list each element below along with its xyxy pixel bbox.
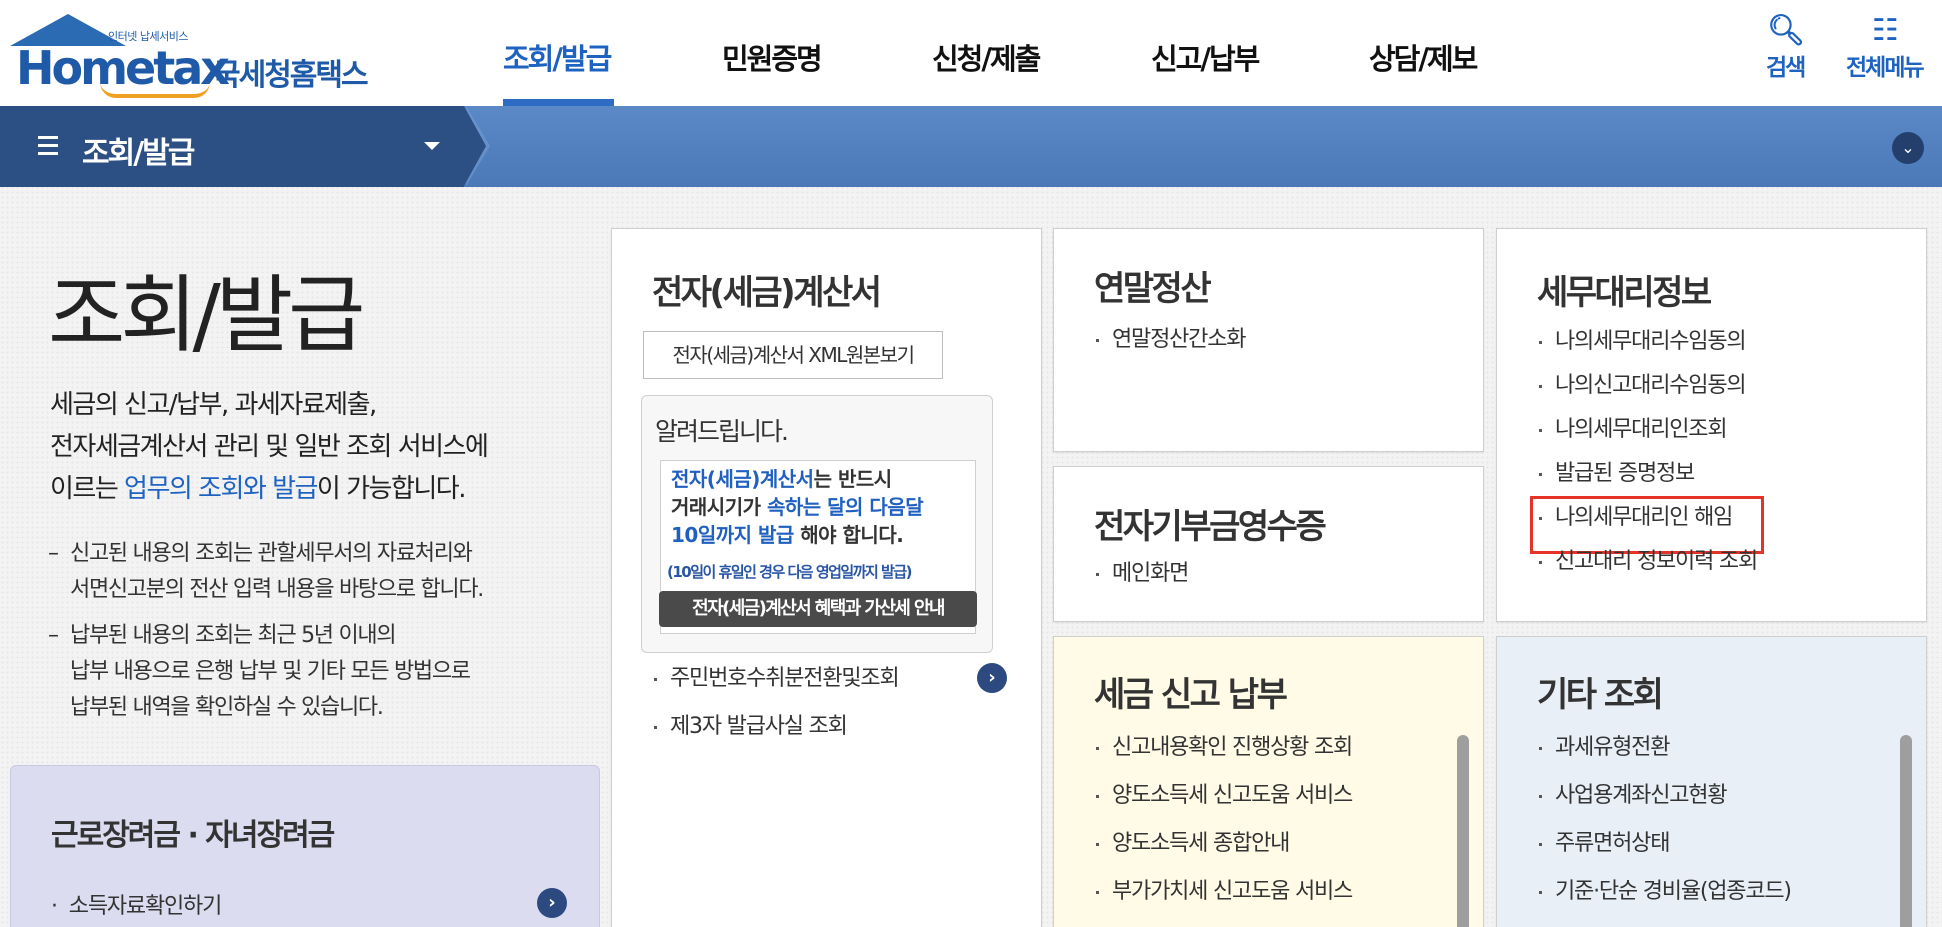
notice-line: 거래시기가 속하는 달의 다음달	[671, 493, 971, 521]
search-label: 검색	[1766, 55, 1806, 81]
income-check-link[interactable]: 소득자료확인하기	[51, 888, 223, 920]
expand-button[interactable]: ⌄	[1892, 132, 1924, 164]
section-selector[interactable]: 조회/발급	[0, 106, 464, 187]
notice-text-part: 는 반드시	[813, 467, 893, 491]
list-item[interactable]: 나의신고대리수임동의	[1537, 371, 1757, 415]
page-description: 세금의 신고/납부, 과세자료제출, 전자세금계산서 관리 및 일반 조회 서비…	[50, 384, 610, 510]
notice-title: 알려드립니다.	[655, 417, 789, 446]
notice-emphasis: 속하는 달의 다음달	[766, 495, 924, 519]
list-item[interactable]: 연말정산간소화	[1094, 325, 1246, 369]
yearend-card: 연말정산 연말정산간소화	[1053, 228, 1484, 452]
list-item[interactable]: 양도소득세 종합안내	[1094, 829, 1352, 877]
list-item[interactable]: 신고내용확인 진행상황 조회	[1094, 733, 1353, 781]
list-item[interactable]: 사업용계좌신고현황	[1537, 781, 1791, 829]
yearend-list: 연말정산간소화	[1094, 325, 1246, 369]
all-menu-button[interactable]: ☷ 전체메뉴	[1846, 13, 1925, 82]
nav-active-indicator	[503, 99, 614, 106]
list-item[interactable]: 부가가치세 신고도움 서비스	[1094, 877, 1353, 925]
section-selector-arrow	[464, 106, 486, 186]
section-bar: 조회/발급	[0, 106, 1942, 187]
other-list: 과세유형전환 사업용계좌신고현황 주류면허상태 기준·단순 경비율(업종코드)	[1537, 733, 1792, 925]
list-item[interactable]: 양도소득세 신고도움 서비스	[1094, 781, 1353, 829]
grid-menu-icon: ☷	[1871, 13, 1899, 48]
chevron-right-icon[interactable]: ›	[537, 888, 567, 918]
hamburger-icon	[38, 136, 58, 156]
list-item[interactable]: 주류면허상태	[1537, 829, 1791, 877]
chevron-right-icon[interactable]: ›	[977, 663, 1007, 693]
nav-report-pay[interactable]: 신고/납부	[1151, 36, 1260, 78]
notice-text-part: 거래시기가	[671, 495, 767, 519]
notice-text-part: 해야 합니다.	[793, 523, 904, 547]
desc-highlight: 업무의 조회와 발급	[124, 474, 318, 504]
incentive-title: 근로장려금 · 자녀장려금	[51, 818, 335, 853]
donation-list: 메인화면	[1094, 559, 1189, 603]
note-line: 납부된 내용의 조회는 최근 5년 이내의	[70, 623, 397, 648]
taxagent-list: 나의세무대리수임동의 나의신고대리수임동의 나의세무대리인조회 발급된 증명정보…	[1530, 327, 1764, 591]
list-item[interactable]: 제3자 발급사실 조회	[652, 712, 898, 756]
logo-swoosh-icon	[100, 82, 210, 98]
list-item[interactable]: 나의세무대리인조회	[1537, 415, 1757, 459]
einvoice-list: 주민번호수취분전환및조회 제3자 발급사실 조회	[652, 664, 900, 756]
note-line: 납부된 내역을 확인하실 수 있습니다.	[70, 695, 384, 720]
taxagent-card: 세무대리정보 나의세무대리수임동의 나의신고대리수임동의 나의세무대리인조회 발…	[1496, 228, 1927, 622]
notice-panel: 알려드립니다. 전자(세금)계산서는 반드시 거래시기가 속하는 달의 다음달 …	[641, 395, 993, 653]
notice-footnote: (10일이 휴일인 경우 다음 영업일까지 발급)	[667, 563, 913, 581]
benefit-guide-button[interactable]: 전자(세금)계산서 혜택과 가산세 안내	[659, 591, 977, 627]
taxreport-card: 세금 신고 납부 신고내용확인 진행상황 조회 양도소득세 신고도움 서비스 양…	[1053, 636, 1484, 927]
nav-lookup-issue[interactable]: 조회/발급	[503, 36, 612, 78]
notes-list: 신고된 내용의 조회는 관할세무서의 자료처리와 서면신고분의 전산 입력 내용…	[48, 536, 608, 736]
scrollbar[interactable]	[1457, 735, 1469, 927]
caret-down-icon	[424, 142, 440, 150]
notice-text: 전자(세금)계산서는 반드시 거래시기가 속하는 달의 다음달 10일까지 발급…	[671, 465, 971, 549]
notice-emphasis: 전자(세금)계산서	[671, 467, 814, 491]
notice-line: 10일까지 발급 해야 합니다.	[671, 521, 971, 549]
notice-line: 전자(세금)계산서는 반드시	[671, 465, 971, 493]
other-title: 기타 조회	[1537, 675, 1664, 715]
note-line: 신고된 내용의 조회는 관할세무서의 자료처리와	[70, 541, 473, 566]
all-menu-label: 전체메뉴	[1846, 55, 1925, 81]
taxagent-title: 세무대리정보	[1537, 273, 1712, 313]
desc-line-3: 이르는 업무의 조회와 발급이 가능합니다.	[50, 468, 610, 510]
desc-line-1: 세금의 신고/납부, 과세자료제출,	[50, 390, 377, 420]
scrollbar[interactable]	[1900, 735, 1912, 927]
nav-consult-report[interactable]: 상담/제보	[1369, 36, 1478, 78]
page-title: 조회/발급	[48, 266, 365, 364]
taxreport-title: 세금 신고 납부	[1094, 675, 1288, 715]
note-item: 신고된 내용의 조회는 관할세무서의 자료처리와 서면신고분의 전산 입력 내용…	[48, 536, 608, 608]
top-header: 인터넷 납세서비스 Hometax 국세청홈택스 조회/발급 민원증명 신청/제…	[0, 0, 1942, 106]
search-button[interactable]: 🔍︎ 검색	[1766, 13, 1806, 82]
nav-civil-certificate[interactable]: 민원증명	[722, 36, 823, 78]
nav-apply-submit[interactable]: 신청/제출	[932, 36, 1041, 78]
hometax-logo[interactable]: 인터넷 납세서비스 Hometax 국세청홈택스	[8, 12, 378, 102]
xml-view-button[interactable]: 전자(세금)계산서 XML원본보기	[643, 331, 943, 379]
list-item[interactable]: 나의세무대리수임동의	[1537, 327, 1757, 371]
list-item[interactable]: 신고대리 정보이력 조회	[1537, 547, 1758, 591]
donation-card: 전자기부금영수증 메인화면	[1053, 466, 1484, 622]
desc-text: 이르는	[50, 474, 125, 504]
donation-title: 전자기부금영수증	[1094, 507, 1327, 547]
dismiss-tax-agent-link[interactable]: 나의세무대리인 해임	[1530, 496, 1764, 554]
desc-line-2: 전자세금계산서 관리 및 일반 조회 서비스에	[50, 432, 489, 462]
list-item[interactable]: 발급된 증명정보	[1537, 459, 1757, 503]
other-card: 기타 조회 과세유형전환 사업용계좌신고현황 주류면허상태 기준·단순 경비율(…	[1496, 636, 1927, 927]
section-title: 조회/발급	[82, 136, 195, 171]
einvoice-title: 전자(세금)계산서	[652, 273, 882, 313]
logo-korean-name: 국세청홈택스	[213, 58, 369, 93]
note-line: 납부 내용으로 은행 납부 및 기타 모든 방법으로	[70, 659, 471, 684]
notice-box: 전자(세금)계산서는 반드시 거래시기가 속하는 달의 다음달 10일까지 발급…	[659, 460, 977, 634]
incentive-card: 근로장려금 · 자녀장려금 소득자료확인하기 ›	[10, 765, 600, 927]
list-item[interactable]: 과세유형전환	[1537, 733, 1791, 781]
list-item[interactable]: 기준·단순 경비율(업종코드)	[1537, 877, 1792, 925]
note-line: 서면신고분의 전산 입력 내용을 바탕으로 합니다.	[70, 577, 484, 602]
search-icon: 🔍︎	[1767, 13, 1805, 48]
taxreport-list: 신고내용확인 진행상황 조회 양도소득세 신고도움 서비스 양도소득세 종합안내…	[1094, 733, 1353, 925]
note-item: 납부된 내용의 조회는 최근 5년 이내의 납부 내용으로 은행 납부 및 기타…	[48, 618, 608, 726]
notice-emphasis: 10일까지 발급	[671, 523, 794, 547]
yearend-title: 연말정산	[1094, 269, 1212, 309]
desc-text: 이 가능합니다.	[316, 474, 467, 504]
list-item[interactable]: 메인화면	[1094, 559, 1189, 603]
chevron-down-icon: ⌄	[1901, 138, 1915, 157]
list-item[interactable]: 주민번호수취분전환및조회	[652, 664, 900, 712]
